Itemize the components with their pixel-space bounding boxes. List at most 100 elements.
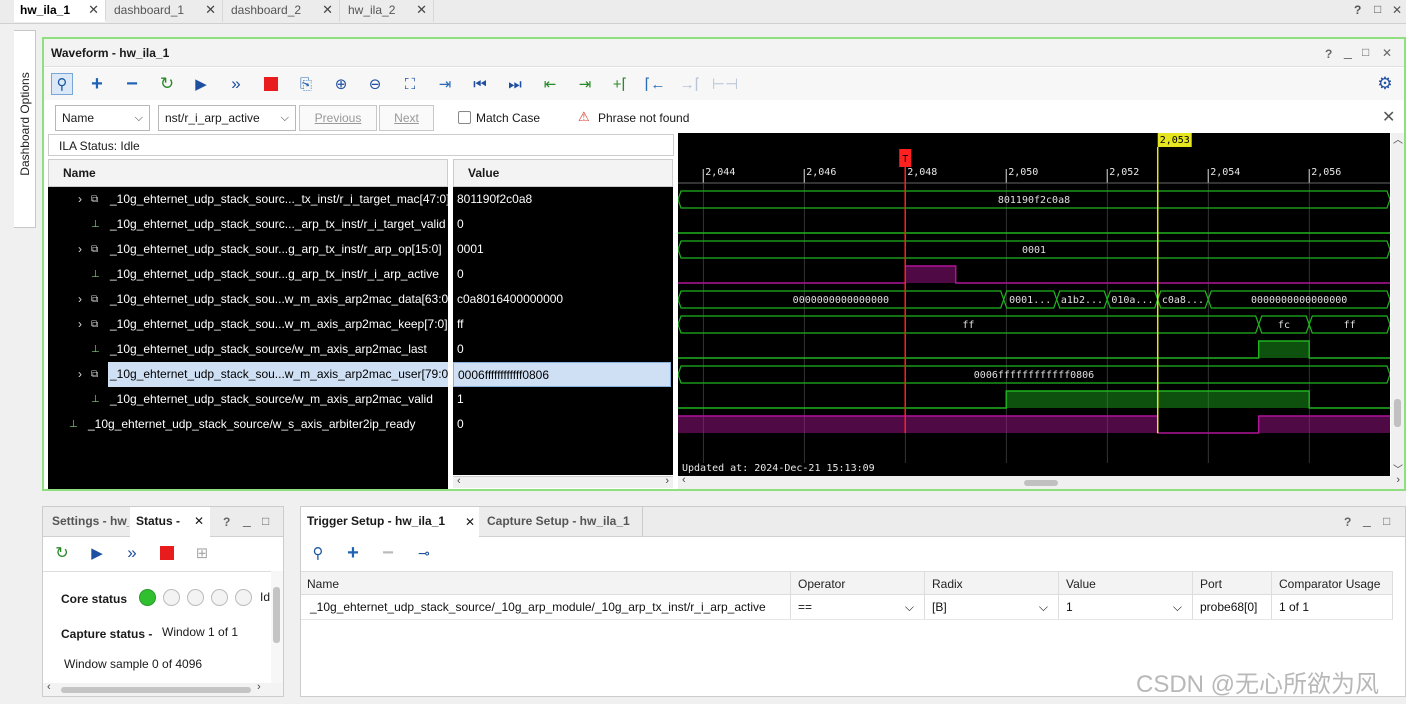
column-header-operator[interactable]: Operator: [792, 572, 925, 596]
signal-row[interactable]: ⊥ _10g_ehternet_udp_stack_source/w_m_axis…: [48, 337, 448, 362]
column-header-comparator-usage[interactable]: Comparator Usage: [1273, 572, 1393, 596]
previous-marker-icon[interactable]: ⌈←: [644, 73, 666, 95]
scroll-thumb[interactable]: [1394, 399, 1401, 427]
close-icon[interactable]: ✕: [1382, 46, 1392, 60]
close-icon[interactable]: ✕: [88, 0, 99, 20]
trigger-condition-icon[interactable]: ⊸: [413, 542, 435, 564]
swap-markers-icon[interactable]: ⊢⊣: [712, 73, 738, 95]
tab-status[interactable]: Status - ✕: [130, 507, 210, 537]
status-hscroll[interactable]: ‹ ›: [43, 681, 283, 696]
scroll-up-icon[interactable]: ︿: [1393, 131, 1403, 146]
column-header-radix[interactable]: Radix: [926, 572, 1059, 596]
column-header-value[interactable]: Value: [1060, 572, 1193, 596]
tab-hw-ila-1[interactable]: hw_ila_1 ✕: [14, 0, 106, 22]
radix-select[interactable]: [B] ⌵: [926, 595, 1059, 619]
search-input[interactable]: nst/r_i_arp_active ⌵: [158, 105, 296, 131]
go-to-end-icon[interactable]: ⏭: [504, 73, 526, 95]
add-marker-icon[interactable]: +⌈: [609, 73, 631, 95]
close-icon[interactable]: ✕: [205, 0, 216, 20]
waveform-canvas[interactable]: 2,044 2,046 2,048 2,050 2,052 2,054 2,056 80119…: [678, 133, 1390, 476]
expand-chevron-icon[interactable]: ›: [78, 362, 82, 387]
signal-row[interactable]: › ⧉ _10g_ehternet_udp_stack_sourc..._tx_in…: [48, 187, 448, 212]
tab-dashboard-1[interactable]: dashboard_1 ✕: [108, 0, 223, 22]
signal-row[interactable]: › ⧉ _10g_ehternet_udp_stack_sou...w_m_axis…: [48, 362, 448, 387]
run-trigger-icon[interactable]: ▶: [86, 542, 108, 564]
export-icon[interactable]: ⎘: [295, 73, 317, 95]
scroll-right-icon[interactable]: ›: [257, 681, 261, 693]
scroll-right-icon[interactable]: ›: [665, 475, 669, 487]
name-column-header[interactable]: Name: [48, 159, 448, 187]
scroll-thumb[interactable]: [273, 587, 280, 643]
scroll-thumb[interactable]: [1024, 480, 1058, 486]
signal-row[interactable]: ⊥ _10g_ehternet_udp_stack_sourc..._arp_tx…: [48, 212, 448, 237]
add-icon[interactable]: +: [86, 73, 108, 95]
expand-chevron-icon[interactable]: ›: [78, 312, 82, 337]
tab-capture-setup[interactable]: Capture Setup - hw_ila_1: [481, 507, 643, 536]
signal-row[interactable]: › ⧉ _10g_ehternet_udp_stack_sou...w_m_axis…: [48, 287, 448, 312]
help-icon[interactable]: ?: [223, 515, 230, 529]
minimize-icon[interactable]: _: [1344, 43, 1352, 59]
help-icon[interactable]: ?: [1354, 3, 1361, 17]
tab-dashboard-2[interactable]: dashboard_2 ✕: [225, 0, 340, 22]
close-icon[interactable]: ✕: [194, 507, 204, 536]
go-to-cursor-icon[interactable]: ⇥: [434, 73, 456, 95]
search-icon[interactable]: ⚲: [51, 73, 73, 95]
column-header-name[interactable]: Name: [301, 572, 791, 596]
expand-chevron-icon[interactable]: ›: [78, 187, 82, 212]
maximize-icon[interactable]: □: [1383, 514, 1390, 528]
scroll-left-icon[interactable]: ‹: [457, 475, 461, 487]
run-immediate-icon[interactable]: »: [121, 542, 143, 564]
zoom-out-icon[interactable]: ⊖: [364, 73, 386, 95]
gear-icon[interactable]: ⚙: [1374, 73, 1396, 95]
stop-icon[interactable]: [260, 73, 282, 95]
signal-row[interactable]: ⊥ _10g_ehternet_udp_stack_source/w_s_axis…: [48, 412, 448, 437]
value-scrollbar[interactable]: ‹ ›: [453, 475, 673, 488]
close-search-icon[interactable]: ✕: [1382, 107, 1395, 127]
zoom-fit-icon[interactable]: ⛶: [399, 73, 421, 95]
signal-row[interactable]: ⊥ _10g_ehternet_udp_stack_source/w_m_axis…: [48, 387, 448, 412]
remove-icon[interactable]: −: [377, 542, 399, 564]
add-icon[interactable]: +: [342, 542, 364, 564]
next-marker-icon[interactable]: →⌈: [679, 73, 701, 95]
close-icon[interactable]: ✕: [416, 0, 427, 20]
help-icon[interactable]: ?: [1325, 47, 1332, 61]
go-to-start-icon[interactable]: ⏮: [469, 73, 491, 95]
table-row[interactable]: _10g_ehternet_udp_stack_source/_10g_arp_…: [301, 595, 1393, 620]
hierarchy-icon[interactable]: ⊞: [191, 542, 213, 564]
run-immediate-icon[interactable]: »: [225, 73, 247, 95]
value-column-header[interactable]: Value: [453, 159, 673, 187]
previous-button[interactable]: Previous: [299, 105, 377, 131]
next-button[interactable]: Next: [379, 105, 434, 131]
operator-select[interactable]: == ⌵: [792, 595, 925, 619]
expand-chevron-icon[interactable]: ›: [78, 287, 82, 312]
refresh-icon[interactable]: ↻: [51, 542, 73, 564]
close-icon[interactable]: ✕: [322, 0, 333, 20]
run-trigger-icon[interactable]: ▶: [190, 73, 212, 95]
dashboard-options-side-tab[interactable]: Dashboard Options: [14, 30, 36, 228]
value-select[interactable]: 1 ⌵: [1060, 595, 1193, 619]
scroll-right-icon[interactable]: ›: [1396, 474, 1400, 486]
remove-icon[interactable]: −: [121, 73, 143, 95]
help-icon[interactable]: ?: [1344, 515, 1351, 529]
signal-row[interactable]: ⊥ _10g_ehternet_udp_stack_sour...g_arp_tx…: [48, 262, 448, 287]
close-icon[interactable]: ✕: [1392, 3, 1402, 17]
status-vscroll[interactable]: [271, 571, 283, 683]
next-transition-icon[interactable]: ⇥: [574, 73, 596, 95]
close-icon[interactable]: ✕: [465, 508, 475, 537]
minimize-icon[interactable]: _: [1363, 511, 1371, 527]
tab-trigger-setup[interactable]: Trigger Setup - hw_ila_1 ✕: [301, 507, 479, 537]
stop-icon[interactable]: [156, 542, 178, 564]
scroll-left-icon[interactable]: ‹: [682, 474, 686, 486]
maximize-icon[interactable]: □: [262, 514, 269, 528]
column-header-port[interactable]: Port: [1194, 572, 1272, 596]
zoom-in-icon[interactable]: ⊕: [330, 73, 352, 95]
waveform-vscroll[interactable]: ︿ ﹀: [1391, 133, 1404, 476]
previous-transition-icon[interactable]: ⇤: [539, 73, 561, 95]
scroll-thumb[interactable]: [61, 687, 251, 693]
maximize-icon[interactable]: □: [1362, 45, 1369, 59]
waveform-hscroll[interactable]: ‹ ›: [678, 474, 1404, 489]
search-field-select[interactable]: Name ⌵: [55, 105, 150, 131]
tab-hw-ila-2[interactable]: hw_ila_2 ✕: [342, 0, 434, 22]
signal-row[interactable]: › ⧉ _10g_ehternet_udp_stack_sour...g_arp_t…: [48, 237, 448, 262]
refresh-icon[interactable]: ↻: [156, 73, 178, 95]
